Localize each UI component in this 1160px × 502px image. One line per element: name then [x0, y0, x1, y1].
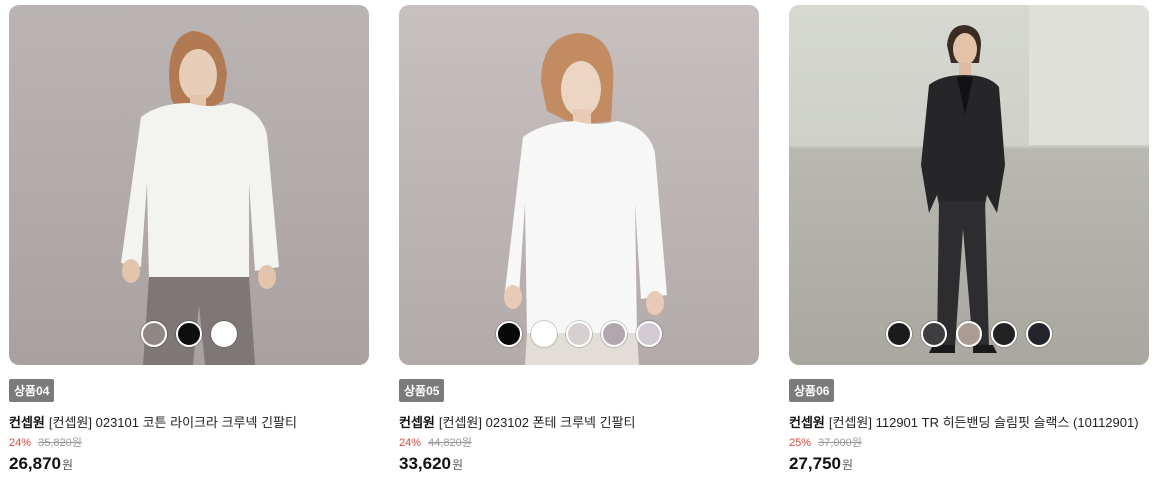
product-info: 상품04 컨셉원 [컨셉원] 023101 코튼 라이크라 크루넥 긴팔티 24%… — [9, 365, 370, 474]
brand-name: 컨셉원 — [399, 415, 435, 430]
sale-price: 26,870 — [9, 454, 61, 473]
discount-rate: 24% — [9, 437, 32, 449]
color-swatch[interactable] — [601, 321, 627, 347]
color-swatch[interactable] — [566, 321, 592, 347]
sale-price-line: 27,750원 — [789, 454, 1150, 474]
currency-unit: 원 — [842, 458, 854, 472]
sale-price: 27,750 — [789, 454, 841, 473]
product-image[interactable] — [789, 5, 1149, 365]
product-card-04[interactable]: 상품04 컨셉원 [컨셉원] 023101 코튼 라이크라 크루넥 긴팔티 24%… — [9, 5, 370, 474]
product-name: [컨셉원] 023102 폰테 크루넥 긴팔티 — [438, 415, 636, 430]
product-grid: 상품04 컨셉원 [컨셉원] 023101 코튼 라이크라 크루넥 긴팔티 24%… — [0, 0, 1160, 502]
product-image[interactable] — [9, 5, 369, 365]
product-info: 상품05 컨셉원 [컨셉원] 023102 폰테 크루넥 긴팔티 24% 44,8… — [399, 365, 760, 474]
discount-rate: 25% — [789, 437, 812, 449]
color-swatches — [9, 321, 369, 347]
color-swatches — [399, 321, 759, 347]
color-swatch[interactable] — [496, 321, 522, 347]
product-badge: 상품04 — [9, 379, 55, 402]
model-photo-crewneck-white — [121, 31, 279, 365]
discount-line: 24% 35,820원 — [9, 435, 370, 452]
color-swatch[interactable] — [921, 321, 947, 347]
currency-unit: 원 — [452, 458, 464, 472]
discount-line: 25% 37,000원 — [789, 435, 1150, 452]
product-title[interactable]: 컨셉원 [컨셉원] 112901 TR 히든밴딩 슬림핏 슬랙스 (1011290… — [789, 412, 1150, 433]
product-image[interactable] — [399, 5, 759, 365]
product-name: [컨셉원] 112901 TR 히든밴딩 슬림핏 슬랙스 (10112901) — [828, 415, 1139, 430]
brand-name: 컨셉원 — [9, 415, 45, 430]
model-photo-ponte-crewneck — [504, 33, 667, 365]
discount-line: 24% 44,820원 — [399, 435, 760, 452]
sale-price-line: 26,870원 — [9, 454, 370, 474]
original-price: 44,820원 — [428, 437, 472, 449]
discount-rate: 24% — [399, 437, 422, 449]
product-card-05[interactable]: 상품05 컨셉원 [컨셉원] 023102 폰테 크루넥 긴팔티 24% 44,8… — [399, 5, 760, 474]
color-swatch[interactable] — [1026, 321, 1052, 347]
sale-price-line: 33,620원 — [399, 454, 760, 474]
color-swatch[interactable] — [211, 321, 237, 347]
model-photo-suit-slacks — [921, 5, 1149, 353]
product-title[interactable]: 컨셉원 [컨셉원] 023102 폰테 크루넥 긴팔티 — [399, 412, 760, 433]
color-swatch[interactable] — [176, 321, 202, 347]
color-swatch[interactable] — [636, 321, 662, 347]
product-title[interactable]: 컨셉원 [컨셉원] 023101 코튼 라이크라 크루넥 긴팔티 — [9, 412, 370, 433]
product-name: [컨셉원] 023101 코튼 라이크라 크루넥 긴팔티 — [48, 415, 297, 430]
color-swatch[interactable] — [141, 321, 167, 347]
currency-unit: 원 — [62, 458, 74, 472]
original-price: 35,820원 — [38, 437, 82, 449]
brand-name: 컨셉원 — [789, 415, 825, 430]
color-swatch[interactable] — [991, 321, 1017, 347]
product-badge: 상품05 — [399, 379, 445, 402]
color-swatch[interactable] — [956, 321, 982, 347]
color-swatch[interactable] — [531, 321, 557, 347]
product-info: 상품06 컨셉원 [컨셉원] 112901 TR 히든밴딩 슬림핏 슬랙스 (10… — [789, 365, 1150, 474]
product-badge: 상품06 — [789, 379, 835, 402]
color-swatch[interactable] — [886, 321, 912, 347]
sale-price: 33,620 — [399, 454, 451, 473]
original-price: 37,000원 — [818, 437, 862, 449]
product-card-06[interactable]: 상품06 컨셉원 [컨셉원] 112901 TR 히든밴딩 슬림핏 슬랙스 (10… — [789, 5, 1150, 474]
color-swatches — [789, 321, 1149, 347]
